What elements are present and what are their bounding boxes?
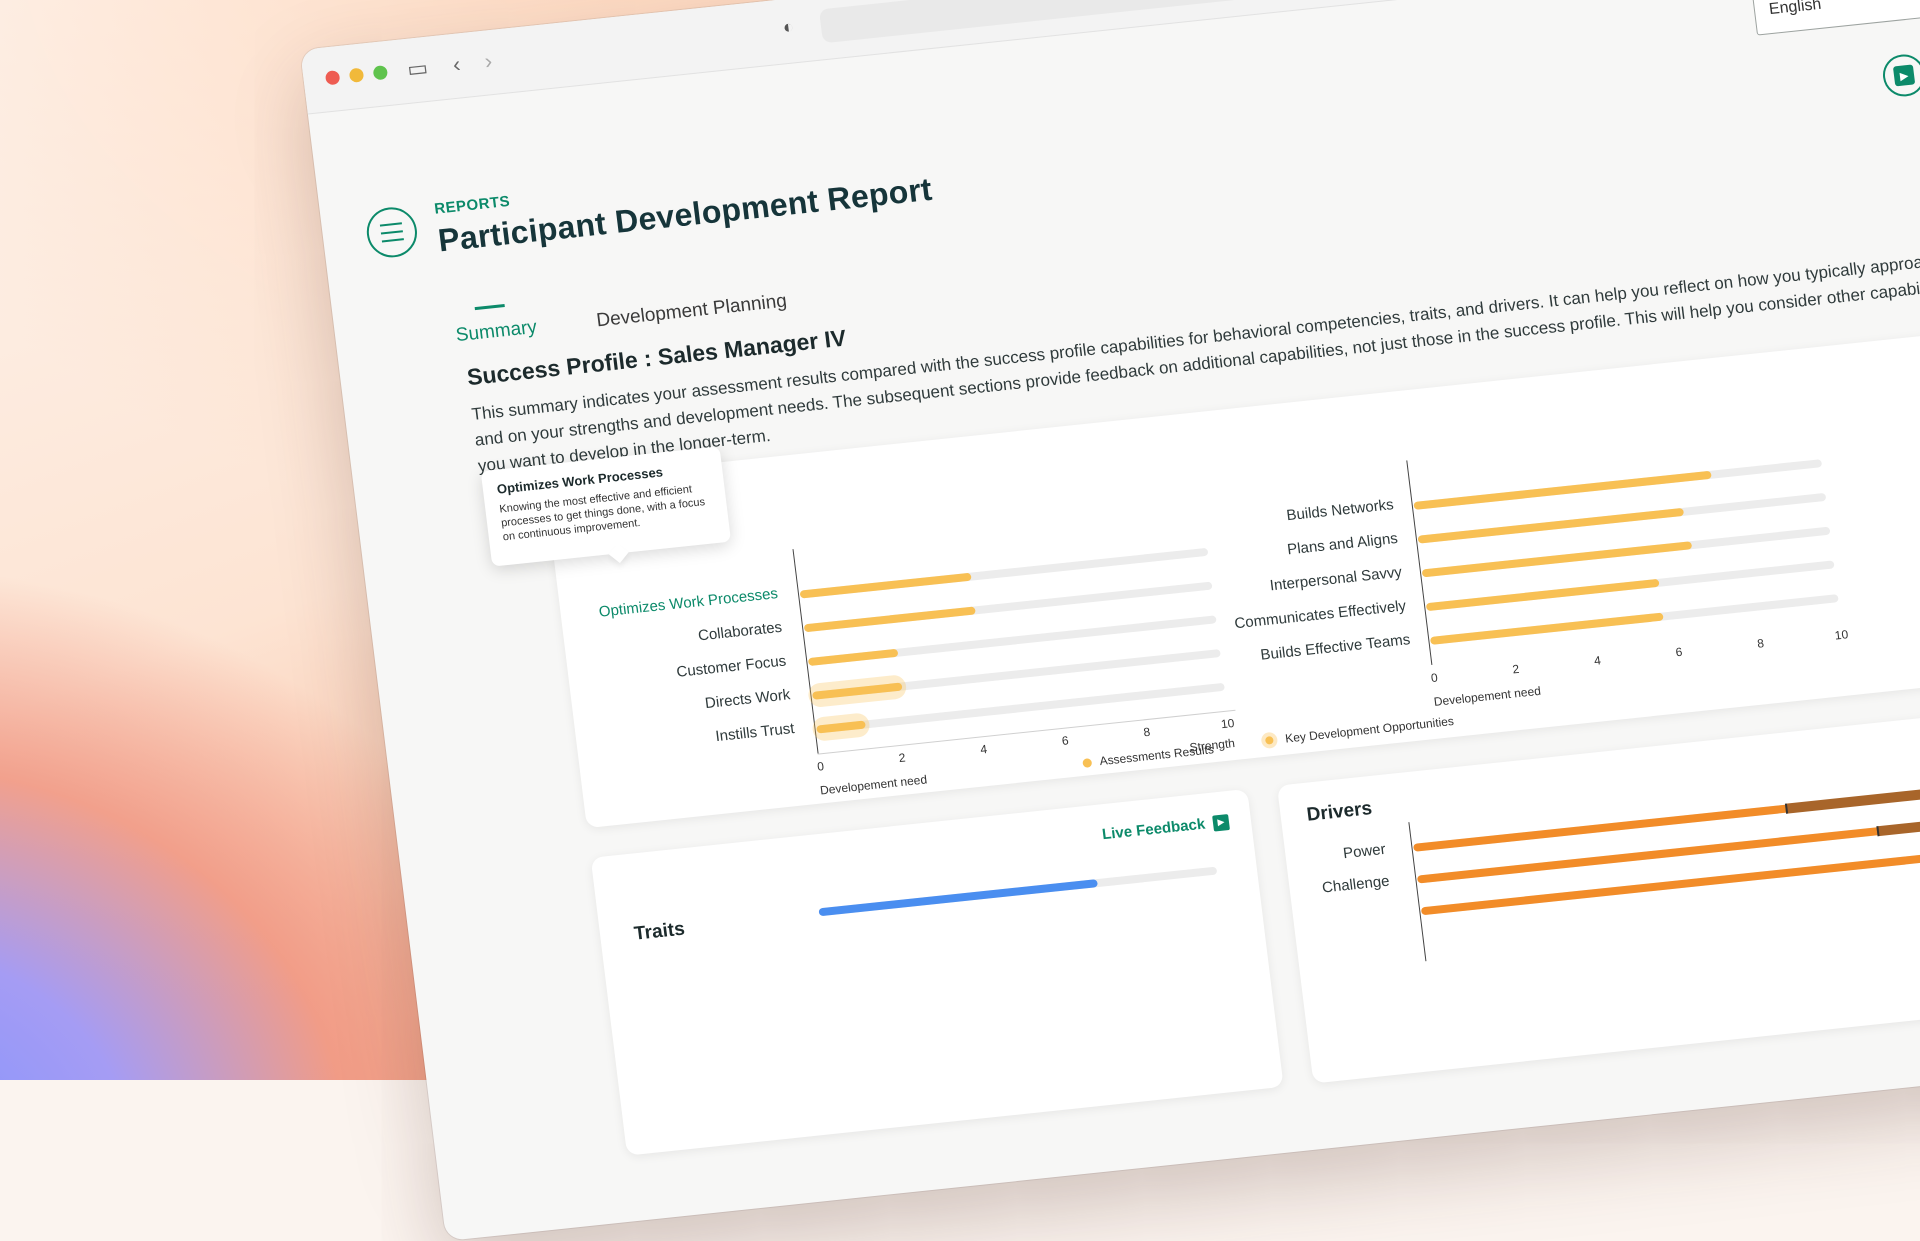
row-label-instills-trust[interactable]: Instills Trust — [575, 720, 796, 760]
x-tick-6-right: 6 — [1674, 644, 1684, 660]
traits-heading: Traits — [632, 918, 686, 945]
row-label-customer-focus[interactable]: Customer Focus — [566, 653, 788, 693]
language-select[interactable]: English ⌄ — [1751, 0, 1920, 36]
bar-fill[interactable] — [807, 648, 899, 667]
x-tick-8: 8 — [1142, 724, 1151, 740]
x-tick-4-right: 4 — [1593, 653, 1602, 668]
browser-window: ▭ ‹ › ◐ ↻ ⊕ ⇧ + ❐ English ⌄ REPORTS Part… — [300, 0, 1920, 1241]
shield-icon: ◐ — [781, 16, 795, 38]
bar-fill[interactable] — [1413, 470, 1713, 510]
legend-swatch — [1082, 757, 1093, 768]
play-icon: ▶ — [1212, 813, 1230, 832]
bar-fill[interactable] — [1425, 578, 1660, 612]
x-tick-0-right: 0 — [1430, 670, 1439, 686]
driver-range-marker — [1784, 787, 1920, 814]
back-icon[interactable]: ‹ — [451, 51, 461, 78]
legend-key-development: Key Development Opportunities — [1260, 713, 1455, 750]
legend-assessment-results: Assessments Results — [1082, 742, 1215, 770]
forward-icon[interactable]: › — [483, 48, 493, 75]
driver-track — [1413, 772, 1920, 852]
close-window-button[interactable] — [324, 70, 341, 86]
driver-fill[interactable] — [1413, 774, 1920, 852]
traits-card: Live Feedback ▶ Traits — [590, 788, 1284, 1156]
legend-swatch — [1260, 731, 1279, 750]
row-label-optimizes-work-processes[interactable]: Optimizes Work Processes — [558, 585, 779, 625]
bar-fill[interactable] — [803, 606, 977, 633]
y-axis-right — [1406, 460, 1433, 665]
row-label-builds-networks[interactable]: Builds Networks — [1174, 496, 1395, 536]
row-label-communicates-effectively[interactable]: Communicates Effectively — [1186, 597, 1407, 637]
menu-button[interactable] — [363, 204, 420, 260]
zoom-window-button[interactable] — [372, 65, 389, 81]
x-tick-10: 10 — [1220, 715, 1236, 732]
breadcrumb: REPORTS — [433, 192, 512, 218]
tab-summary[interactable]: Summary — [453, 301, 538, 347]
x-label-development-need-right: Developement need — [1433, 683, 1542, 709]
x-tick-6: 6 — [1061, 733, 1070, 748]
x-tick-0: 0 — [816, 759, 825, 774]
bar-fill[interactable] — [1417, 507, 1684, 544]
x-tick-2: 2 — [897, 750, 907, 766]
x-tick-8-right: 8 — [1756, 636, 1765, 651]
x-tick-4: 4 — [979, 741, 988, 757]
traits-track — [818, 866, 1218, 917]
hamburger-icon — [379, 222, 404, 243]
minimize-window-button[interactable] — [348, 67, 365, 83]
row-label-interpersonal-savvy[interactable]: Interpersonal Savvy — [1182, 564, 1403, 604]
bar-fill[interactable] — [1429, 612, 1664, 645]
x-label-development-need: Developement need — [819, 772, 928, 798]
row-label-plans-and-aligns[interactable]: Plans and Aligns — [1178, 530, 1398, 570]
bar-fill[interactable] — [1421, 541, 1692, 578]
drivers-card: Drivers Power Challenge — [1276, 695, 1920, 1084]
traits-bar — [818, 879, 1098, 917]
play-icon: ▶ — [1892, 64, 1916, 87]
row-label-directs-work[interactable]: Directs Work — [570, 686, 791, 726]
driver-range-marker — [1876, 810, 1920, 837]
language-value: English — [1768, 0, 1823, 19]
tab-development-planning[interactable]: Development Planning — [593, 275, 788, 333]
x-tick-10-right: 10 — [1833, 627, 1849, 643]
row-label-collaborates[interactable]: Collaborates — [562, 619, 783, 659]
live-feedback-link-traits[interactable]: Live Feedback ▶ — [1101, 813, 1230, 843]
bar-fill[interactable] — [799, 572, 972, 599]
drivers-heading: Drivers — [1305, 798, 1374, 826]
row-label-builds-effective-teams[interactable]: Builds Effective Teams — [1190, 631, 1412, 671]
x-tick-2-right: 2 — [1511, 661, 1521, 677]
page-title: Participant Development Report — [436, 170, 935, 259]
play-video-button[interactable]: ▶ — [1880, 52, 1920, 99]
sidebar-toggle-icon[interactable]: ▭ — [406, 55, 430, 83]
